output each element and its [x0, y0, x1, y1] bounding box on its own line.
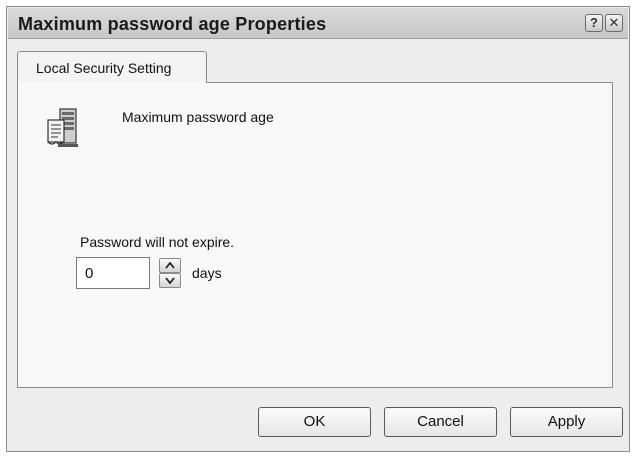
tab-local-security-setting[interactable]: Local Security Setting	[17, 51, 207, 83]
dialog-title: Maximum password age Properties	[18, 14, 327, 34]
title-bar[interactable]: Maximum password age Properties ? ✕	[8, 8, 628, 39]
spin-down-button[interactable]	[159, 273, 181, 288]
chevron-down-icon	[165, 277, 175, 284]
spin-up-button[interactable]	[159, 258, 181, 273]
chevron-up-icon	[165, 262, 175, 269]
setting-name: Maximum password age	[122, 109, 274, 125]
cancel-button[interactable]: Cancel	[384, 407, 497, 437]
close-icon[interactable]: ✕	[605, 14, 623, 32]
ok-button[interactable]: OK	[258, 407, 371, 437]
tab-label: Local Security Setting	[36, 60, 172, 76]
help-icon[interactable]: ?	[585, 14, 603, 32]
policy-server-icon	[47, 108, 78, 147]
password-age-days-input[interactable]	[76, 257, 150, 289]
apply-button[interactable]: Apply	[510, 407, 623, 437]
days-spinner[interactable]	[159, 258, 181, 288]
password-expiry-status: Password will not expire.	[80, 234, 235, 250]
days-unit-label: days	[192, 265, 222, 281]
